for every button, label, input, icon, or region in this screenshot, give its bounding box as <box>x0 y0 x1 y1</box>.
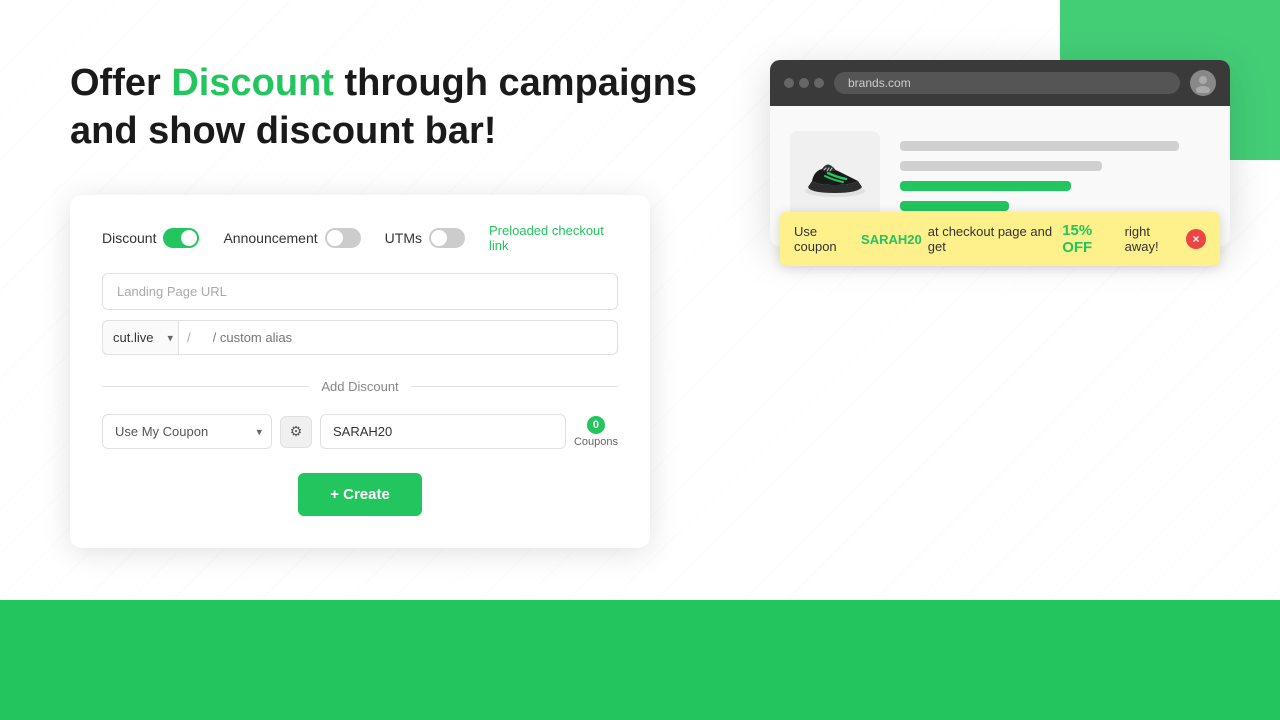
coupons-label: Coupons <box>574 436 618 448</box>
browser-avatar <box>1190 70 1216 96</box>
utms-label: UTMs <box>385 230 422 246</box>
custom-alias-input[interactable] <box>199 320 618 355</box>
coupon-type-wrapper: Use My Coupon <box>102 414 272 449</box>
discount-toggle-item: Discount <box>102 228 199 248</box>
domain-slash: / <box>179 320 199 355</box>
landing-page-url-input[interactable] <box>102 273 618 310</box>
left-panel: Offer Discount through campaignsand show… <box>70 60 730 548</box>
coupon-settings-btn[interactable]: ⚙ <box>280 416 312 448</box>
coupon-type-select[interactable]: Use My Coupon <box>102 414 272 449</box>
announcement-label: Announcement <box>223 230 317 246</box>
headline-prefix: Offer <box>70 62 171 104</box>
product-details <box>900 141 1210 211</box>
bg-decoration-bottom-right <box>1020 620 1280 720</box>
product-action-bar <box>900 201 1009 211</box>
browser-dot-3 <box>814 78 824 88</box>
product-subtitle-bar <box>900 161 1102 171</box>
browser-dot-1 <box>784 78 794 88</box>
discount-bar-off-text: 15% OFF <box>1062 222 1118 256</box>
add-discount-divider: Add Discount <box>102 379 618 394</box>
create-button[interactable]: + Create <box>298 473 422 516</box>
domain-row: cut.live / <box>102 320 618 355</box>
add-discount-label: Add Discount <box>321 379 398 394</box>
product-image <box>790 131 880 221</box>
discount-notification-bar: Use coupon SARAH20 at checkout page and … <box>780 212 1220 266</box>
divider-line-right <box>411 386 618 387</box>
discount-bar-close-btn[interactable]: × <box>1186 229 1206 249</box>
headline: Offer Discount through campaignsand show… <box>70 60 730 155</box>
discount-bar-prefix: Use coupon <box>794 224 855 254</box>
domain-select-wrapper: cut.live <box>102 320 179 355</box>
discount-bar-middle: at checkout page and get <box>928 224 1056 254</box>
discount-bar-suffix: right away! <box>1125 224 1180 254</box>
toggle-row: Discount Announcement UTMs Preloaded che… <box>102 223 618 253</box>
form-card: Discount Announcement UTMs Preloaded che… <box>70 195 650 548</box>
domain-select[interactable]: cut.live <box>102 320 179 355</box>
preloaded-checkout-link[interactable]: Preloaded checkout link <box>489 223 618 253</box>
coupon-row: Use My Coupon ⚙ 0 Coupons <box>102 414 618 449</box>
product-title-bar <box>900 141 1179 151</box>
divider-line-left <box>102 386 309 387</box>
discount-toggle[interactable] <box>163 228 199 248</box>
browser-toolbar: brands.com <box>770 60 1230 106</box>
announcement-toggle[interactable] <box>325 228 361 248</box>
discount-bar-coupon-code: SARAH20 <box>861 232 922 247</box>
right-panel: brands.com <box>770 60 1230 246</box>
utms-toggle-item: UTMs <box>385 228 465 248</box>
coupons-button[interactable]: 0 Coupons <box>574 416 618 448</box>
coupon-code-input[interactable] <box>320 414 566 449</box>
headline-highlight: Discount <box>171 62 334 104</box>
utms-toggle[interactable] <box>429 228 465 248</box>
announcement-toggle-item: Announcement <box>223 228 360 248</box>
browser-dots <box>784 78 824 88</box>
sneaker-icon <box>800 149 870 204</box>
discount-label: Discount <box>102 230 156 246</box>
product-price-bar <box>900 181 1071 191</box>
coupons-badge: 0 <box>587 416 605 434</box>
browser-url-bar[interactable]: brands.com <box>834 72 1180 94</box>
browser-mockup: brands.com <box>770 60 1230 246</box>
browser-dot-2 <box>799 78 809 88</box>
